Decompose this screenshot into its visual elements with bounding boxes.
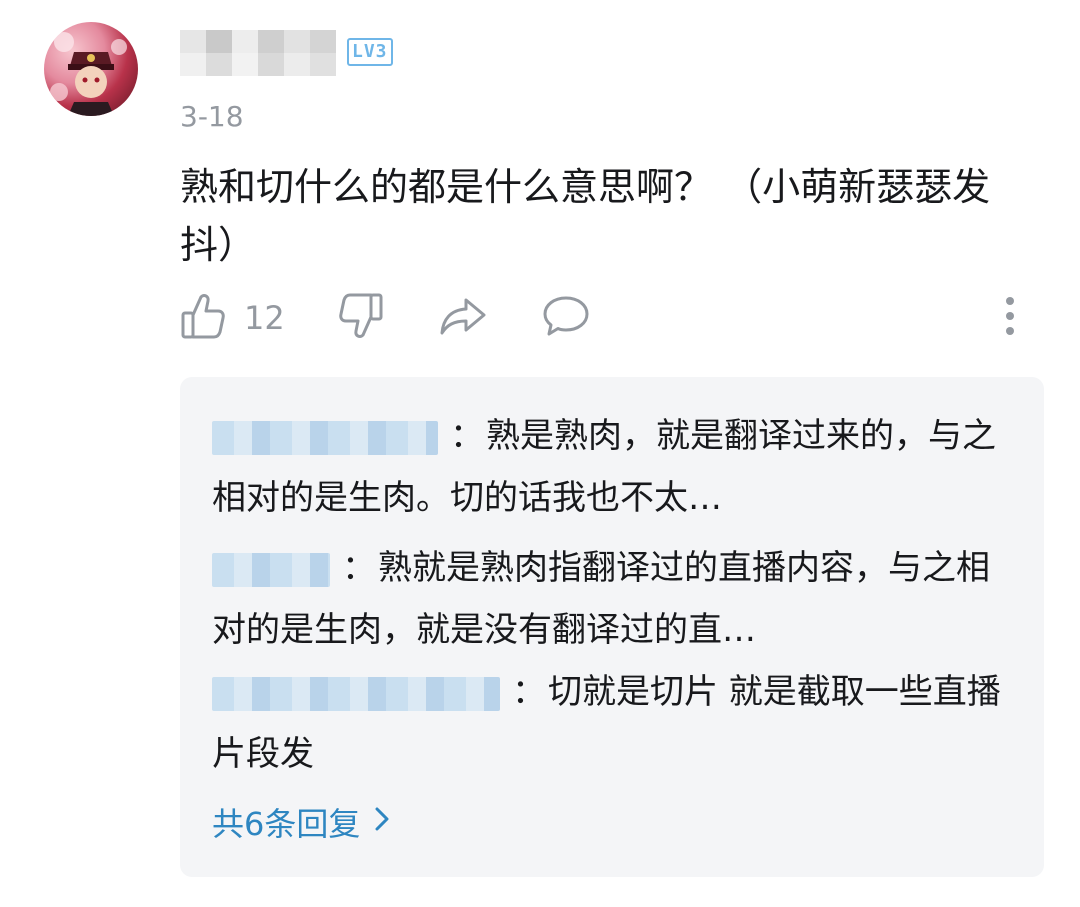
reply-preview-box[interactable]: ：熟是熟肉，就是翻译过来的，与之相对的是生肉。切的话我也不太… ：熟就是熟肉指翻… [180, 377, 1044, 877]
like-count: 12 [244, 299, 285, 337]
share-icon [438, 294, 488, 342]
more-vertical-icon [1002, 294, 1018, 342]
reply-username-mosaic[interactable] [212, 676, 500, 711]
comment-icon [542, 293, 590, 343]
avatar[interactable] [44, 22, 138, 116]
reply-username-mosaic[interactable] [212, 552, 330, 587]
more-options-button[interactable] [1002, 290, 1018, 346]
total-replies-label: 共6条回复 [212, 805, 361, 843]
level-badge: LV3 [347, 38, 393, 66]
reply-button[interactable] [542, 290, 590, 346]
reply-item[interactable]: ：熟是熟肉，就是翻译过来的，与之相对的是生肉。切的话我也不太… [212, 405, 1012, 529]
dislike-button[interactable] [338, 290, 384, 346]
reply-item[interactable]: ：熟就是熟肉指翻译过的直播内容，与之相对的是生肉，就是没有翻译过的直… [212, 537, 1012, 661]
thumbs-up-icon [180, 291, 226, 345]
thumbs-down-icon [338, 291, 384, 345]
share-button[interactable] [438, 290, 488, 346]
view-all-replies-link[interactable]: 共6条回复 [212, 799, 390, 845]
reply-username-mosaic[interactable] [212, 420, 438, 455]
comment-action-bar: 12 [180, 290, 1040, 346]
comment-text: 熟和切什么的都是什么意思啊？ （小萌新瑟瑟发抖） [180, 165, 991, 267]
like-button[interactable]: 12 [180, 290, 285, 346]
comment-date: 3-18 [180, 100, 244, 133]
username-mosaic[interactable] [180, 30, 336, 76]
reply-item[interactable]: ：切就是切片 就是截取一些直播片段发 [212, 661, 1012, 785]
chevron-right-icon [374, 803, 390, 841]
